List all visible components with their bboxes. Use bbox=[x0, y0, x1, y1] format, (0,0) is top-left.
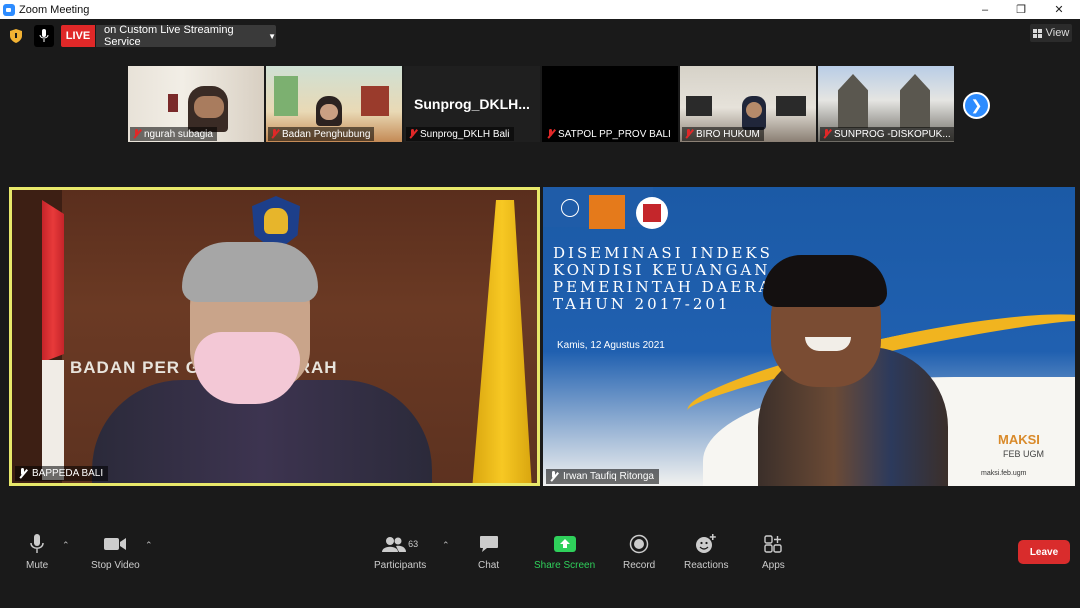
participants-icon bbox=[382, 537, 407, 552]
mute-button[interactable]: Mute bbox=[26, 532, 48, 571]
thumbnail-name: BIRO HUKUM bbox=[682, 127, 764, 141]
participants-button[interactable]: 63 Participants bbox=[374, 532, 426, 571]
share-screen-button[interactable]: Share Screen bbox=[534, 532, 595, 571]
thumbnail-name: Sunprog_DKLH Bali bbox=[406, 127, 514, 141]
microphone-icon bbox=[29, 532, 45, 556]
thumbnail-tile[interactable]: SUNPROG -DISKOPUK... bbox=[818, 66, 954, 142]
grid-icon bbox=[1032, 28, 1042, 38]
live-service-dropdown[interactable]: on Custom Live Streaming Service ▼ bbox=[96, 24, 276, 48]
view-button[interactable]: View bbox=[1030, 24, 1072, 42]
thumbnail-name: Badan Penghubung bbox=[268, 127, 375, 141]
leave-button[interactable]: Leave bbox=[1018, 540, 1070, 564]
apps-icon bbox=[764, 532, 783, 556]
thumbnail-tile[interactable]: ngurah subagia bbox=[128, 66, 264, 142]
video-name-label: Irwan Taufiq Ritonga bbox=[546, 469, 659, 484]
participant-thumbnail-strip: ngurah subagia Badan Penghubung Sunprog_… bbox=[128, 66, 954, 142]
live-service-label: on Custom Live Streaming Service bbox=[104, 24, 234, 48]
thumbnail-tile[interactable]: Badan Penghubung bbox=[266, 66, 402, 142]
security-shield-icon[interactable] bbox=[8, 27, 24, 45]
muted-mic-icon bbox=[546, 129, 555, 139]
close-button[interactable]: ✕ bbox=[1040, 0, 1078, 19]
meeting-toolbar: Mute ⌃ Stop Video ⌃ 63 Participants ⌃ Ch… bbox=[0, 519, 1080, 608]
apps-button[interactable]: Apps bbox=[762, 532, 785, 571]
slide-brand: MAKSI bbox=[998, 432, 1040, 447]
muted-mic-icon bbox=[408, 129, 417, 139]
active-speaker-video[interactable]: BADAN PER GUNAN DAERAH BAPPEDA BALI bbox=[9, 187, 540, 486]
share-screen-icon bbox=[553, 532, 576, 556]
meeting-main: LIVE on Custom Live Streaming Service ▼ … bbox=[0, 19, 1080, 608]
window-titlebar: Zoom Meeting – ❐ ✕ bbox=[0, 0, 1080, 19]
reactions-button[interactable]: Reactions bbox=[684, 532, 728, 571]
muted-mic-icon bbox=[132, 129, 141, 139]
chevron-down-icon: ▼ bbox=[268, 31, 276, 41]
live-badge[interactable]: LIVE bbox=[61, 25, 95, 47]
record-button[interactable]: Record bbox=[623, 532, 655, 571]
muted-mic-icon bbox=[684, 129, 693, 139]
view-label: View bbox=[1045, 27, 1070, 39]
video-camera-icon bbox=[104, 532, 127, 556]
participants-count: 63 bbox=[408, 539, 419, 549]
record-icon bbox=[629, 532, 649, 556]
slide-title: DISEMINASI INDEKS KONDISI KEUANGAN PEMER… bbox=[553, 244, 789, 313]
slide-date: Kamis, 12 Agustus 2021 bbox=[557, 340, 665, 351]
thumbnail-tile[interactable]: SATPOL PP_PROV BALI bbox=[542, 66, 678, 142]
thumbnail-tile[interactable]: BIRO HUKUM bbox=[680, 66, 816, 142]
thumbnail-tile[interactable]: Sunprog_DKLH... Sunprog_DKLH Bali bbox=[404, 66, 540, 142]
next-page-arrow-icon[interactable]: ❯ bbox=[963, 92, 990, 119]
thumbnail-name: ngurah subagia bbox=[130, 127, 217, 141]
smiley-plus-icon bbox=[695, 532, 717, 556]
participant-video[interactable]: DISEMINASI INDEKS KONDISI KEUANGAN PEMER… bbox=[543, 187, 1075, 486]
muted-mic-icon bbox=[18, 468, 28, 479]
muted-mic-icon bbox=[822, 129, 831, 139]
muted-mic-icon bbox=[270, 129, 279, 139]
audio-status-icon[interactable] bbox=[34, 25, 54, 47]
slide-brand-sub: FEB UGM bbox=[1003, 449, 1045, 459]
muted-mic-icon bbox=[549, 471, 559, 482]
chat-button[interactable]: Chat bbox=[478, 532, 499, 571]
window-title: Zoom Meeting bbox=[19, 3, 90, 16]
minimize-button[interactable]: – bbox=[966, 0, 1004, 19]
video-name-label: BAPPEDA BALI bbox=[15, 466, 109, 481]
thumbnail-tile-text: Sunprog_DKLH... bbox=[414, 96, 530, 112]
video-options-chevron-icon[interactable]: ⌃ bbox=[145, 540, 153, 551]
chat-bubble-icon bbox=[479, 532, 499, 556]
participants-options-chevron-icon[interactable]: ⌃ bbox=[442, 540, 450, 551]
thumbnail-name: SUNPROG -DISKOPUK... bbox=[820, 127, 954, 141]
maximize-button[interactable]: ❐ bbox=[1002, 0, 1040, 19]
slide-social-handle: maksi.feb.ugm bbox=[981, 470, 1027, 477]
zoom-app-icon bbox=[3, 3, 15, 16]
stop-video-button[interactable]: Stop Video bbox=[91, 532, 140, 571]
audio-options-chevron-icon[interactable]: ⌃ bbox=[62, 540, 70, 551]
thumbnail-name: SATPOL PP_PROV BALI bbox=[544, 127, 675, 141]
